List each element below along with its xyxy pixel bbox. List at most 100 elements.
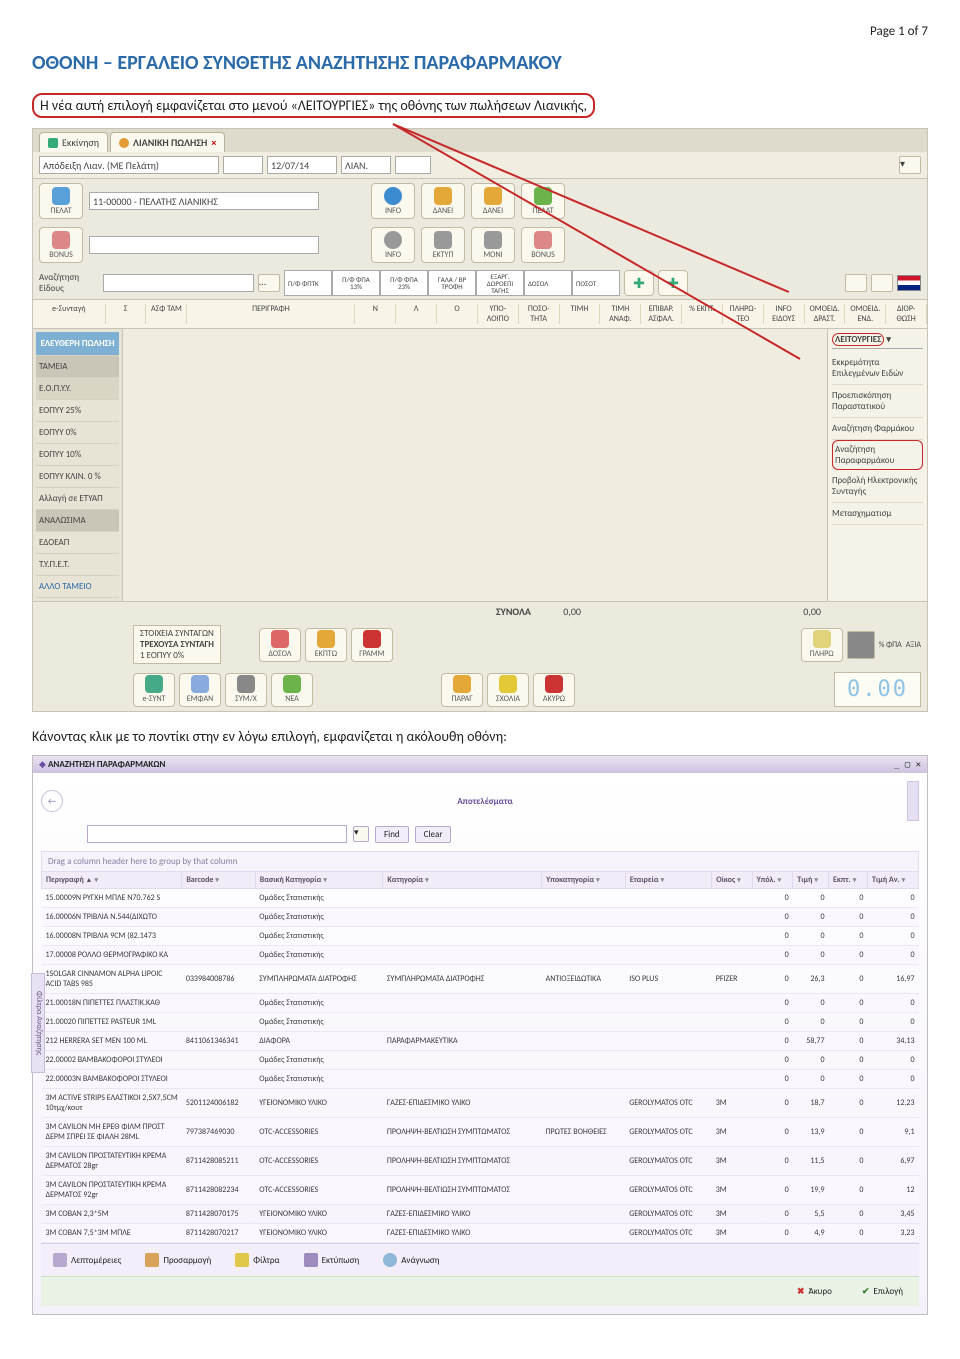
mini-col[interactable]: ΠΟΣΟΤ bbox=[572, 270, 620, 296]
group-hint[interactable]: Drag a column header here to group by th… bbox=[41, 851, 919, 871]
action-button[interactable]: ΣΧΟΛΙΑ bbox=[487, 673, 529, 707]
left-analosima[interactable]: ΑΝΑΛΩΣΙΜΑ bbox=[36, 510, 119, 532]
table-row[interactable]: 3M CAVILON ΠΡΟΣΤΑΤΕΥΤΙΚΗ ΚΡΕΜΑ ΔΕΡΜΑΤΟΣ … bbox=[42, 1147, 919, 1176]
search-input[interactable] bbox=[87, 825, 347, 843]
table-row[interactable]: 22.00002 ΒΑΜΒΑΚΟΦΟΡΟΙ ΣΤΥΛΕΟΙΟμάδες Στατ… bbox=[42, 1051, 919, 1070]
table-row[interactable]: 3M COBAN 7,5*3M ΜΠΛΕ8711428070217ΥΓΕΙΟΝΟ… bbox=[42, 1224, 919, 1243]
table-col-header[interactable]: Τιμή bbox=[793, 872, 829, 889]
grid-col-header[interactable]: ΥΠΟ- ΛΟΙΠΟ bbox=[478, 304, 519, 324]
fn-pending[interactable]: Εκκρεμότητα Επιλεγμένων Ειδών bbox=[832, 352, 923, 385]
table-col-header[interactable]: Οίκος bbox=[712, 872, 752, 889]
bonus-button[interactable]: BONUS bbox=[39, 227, 83, 263]
left-eopyy[interactable]: Ε.Ο.Π.Υ.Υ. bbox=[36, 378, 119, 400]
info-button[interactable]: INFO bbox=[371, 183, 415, 219]
table-col-header[interactable]: Υποκατηγορία bbox=[542, 872, 626, 889]
grid-col-header[interactable]: ΟΜΟΕΙΔ. ΕΝΔ. bbox=[845, 304, 886, 324]
mini-sq1[interactable] bbox=[845, 274, 867, 292]
mini-col[interactable]: Π/Φ ΦΠΤΚ bbox=[284, 270, 332, 296]
table-col-header[interactable]: Περιγραφή ▲ bbox=[42, 872, 182, 889]
table-col-header[interactable]: Τιμή Αν. bbox=[867, 872, 918, 889]
table-col-header[interactable]: Κατηγορία bbox=[383, 872, 542, 889]
doc-type-field[interactable]: Απόδειξη Λιαν. (ΜΕ Πελάτη) bbox=[39, 156, 219, 174]
grid-col-header[interactable]: Ν bbox=[355, 304, 396, 324]
left-eopyy0[interactable]: ΕΟΠΥΥ 0% bbox=[36, 422, 119, 444]
dropdown-icon[interactable]: ▾ bbox=[899, 156, 921, 174]
table-row[interactable]: 3M ACTIVE STRIPS ΕΛΑΣΤΙΚΟΙ 2,5X7,5CM 10τ… bbox=[42, 1089, 919, 1118]
grid-col-header[interactable]: e-Συνταγή bbox=[33, 304, 106, 324]
grid-col-header[interactable]: ΠΕΡΙΓΡΑΦΗ bbox=[187, 304, 355, 324]
mini-col[interactable]: ΓΑΛΑ / ΒΡ ΤΡΟΦΗ bbox=[428, 270, 476, 296]
table-row[interactable]: 17.00008 ΡΟΛΛΟ ΘΕΡΜΟΓΡΑΦΙΚΟ ΚΑΟμάδες Στα… bbox=[42, 946, 919, 965]
find-button[interactable]: Find bbox=[375, 826, 409, 843]
table-row[interactable]: 21.00020 ΠΙΠΕΤΤΕΣ PASTEUR 1MLΟμάδες Στατ… bbox=[42, 1013, 919, 1032]
table-row[interactable]: 212 HERRERA SET MEN 100 ML8411061346341Δ… bbox=[42, 1032, 919, 1051]
table-row[interactable]: 22.00003Ν ΒΑΜΒΑΚΟΦΟΡΟΙ ΣΤΥΛΕΟΙΟμάδες Στα… bbox=[42, 1070, 919, 1089]
left-eopyy-klin[interactable]: ΕΟΠΥΥ ΚΛΙΝ. 0 % bbox=[36, 466, 119, 488]
left-etyap[interactable]: Αλλαγή σε ΕΤΥΑΠ bbox=[36, 488, 119, 510]
left-eopyy25[interactable]: ΕΟΠΥΥ 25% bbox=[36, 400, 119, 422]
customize-button[interactable]: Προσαρμογή bbox=[139, 1250, 217, 1270]
grid-col-header[interactable]: ΤΙΜΗ ΑΝΑΦ. bbox=[600, 304, 641, 324]
select-button[interactable]: ✔Επιλογή bbox=[852, 1283, 913, 1300]
grid-col-header[interactable]: % ΕΚΠΤ. bbox=[682, 304, 723, 324]
table-row[interactable]: 16.00006Ν ΤΡΙΒΛΙΑ Ν.544(ΔΙΧΩΤΟΟμάδες Στα… bbox=[42, 908, 919, 927]
fn-transform[interactable]: Μετασχηματισμ bbox=[832, 503, 923, 525]
table-col-header[interactable]: Βασική Κατηγορία bbox=[255, 872, 383, 889]
grid-col-header[interactable]: Ο bbox=[437, 304, 478, 324]
fld-blank1[interactable] bbox=[223, 156, 263, 174]
left-eopyy10[interactable]: ΕΟΠΥΥ 10% bbox=[36, 444, 119, 466]
fld-blank2[interactable] bbox=[395, 156, 431, 174]
ektyp-button[interactable]: ΕΚΤΥΠ bbox=[421, 227, 465, 263]
fn-preview[interactable]: Προεπισκόπηση Παραστατικού bbox=[832, 385, 923, 418]
fn-search-para[interactable]: Αναζήτηση Παραφαρμάκου bbox=[832, 440, 923, 470]
cancel-button[interactable]: ✖Άκυρο bbox=[787, 1283, 842, 1300]
table-row[interactable]: 3M CAVILON ΠΡΟΣΤΑΤΕΥΤΙΚΗ ΚΡΕΜΑ ΔΕΡΜΑΤΟΣ … bbox=[42, 1176, 919, 1205]
window-controls[interactable]: _ ▢ ✕ bbox=[894, 760, 921, 770]
customer-field[interactable]: 11-00000 - ΠΕΛΑΤΗΣ ΛΙΑΝΙΚΗΣ bbox=[89, 192, 319, 210]
search-item-input[interactable] bbox=[103, 274, 254, 292]
grid-col-header[interactable]: ΑΣΦ ΤΑΜ bbox=[146, 304, 187, 324]
fn-search-med[interactable]: Αναζήτηση Φαρμάκου bbox=[832, 418, 923, 440]
action-button[interactable]: e-ΣΥΝΤ bbox=[133, 673, 175, 707]
mini-col[interactable]: Π/Φ ΦΠΑ 13% bbox=[332, 270, 380, 296]
scrollbar[interactable] bbox=[907, 781, 919, 821]
back-icon[interactable]: ← bbox=[41, 790, 63, 812]
date-field[interactable]: 12/07/14 bbox=[267, 156, 337, 174]
search-more-button[interactable]: … bbox=[258, 274, 280, 292]
mini-sq2[interactable] bbox=[871, 274, 893, 292]
left-typet[interactable]: Τ.Υ.Π.Ε.Τ. bbox=[36, 554, 119, 576]
danei2-button[interactable]: ΔΑΝΕΙ bbox=[471, 183, 515, 219]
mini-col[interactable]: Π/Φ ΦΠΑ 23% bbox=[380, 270, 428, 296]
left-tameio[interactable]: ΤΑΜΕΙΑ bbox=[36, 356, 119, 378]
gray-sq[interactable] bbox=[847, 631, 875, 659]
table-col-header[interactable]: Εκπτ. bbox=[829, 872, 868, 889]
left-other-fund[interactable]: ΑΛΛΟ ΤΑΜΕΙΟ bbox=[36, 576, 119, 598]
table-row[interactable]: 1SOLGAR CINNAMON ALPHA LIPOIC ACID TABS … bbox=[42, 965, 919, 994]
action-button[interactable]: ΠΑΡΑΓ bbox=[441, 673, 483, 707]
print-button[interactable]: Εκτύπωση bbox=[298, 1250, 366, 1270]
details-button[interactable]: Λεπτομέρειες bbox=[47, 1250, 127, 1270]
grid-col-header[interactable]: Λ bbox=[396, 304, 437, 324]
grid-col-header[interactable]: INFO ΕΙΔΟΥΣ bbox=[764, 304, 805, 324]
mini-col[interactable]: ΕΞΑΡΓ. ΔΩΡΟΕΠΙ ΤΑΓΗΣ bbox=[476, 270, 524, 296]
clear-button[interactable]: Clear bbox=[415, 826, 452, 843]
table-row[interactable]: 3M COBAN 2,3*5M8711428070175ΥΓΕΙΟΝΟΜΙΚΟ … bbox=[42, 1205, 919, 1224]
moni-button[interactable]: ΜΟΝΙ bbox=[471, 227, 515, 263]
table-col-header[interactable]: Εταιρεία bbox=[625, 872, 712, 889]
table-row[interactable]: 3M CAVILON ΜΗ ΕΡΕΘ ΦΙΛΜ ΠΡΟΣΤ ΔΕΡΜ ΣΠΡΕΙ… bbox=[42, 1118, 919, 1147]
grid-col-header[interactable]: ΠΛΗΡΩ- ΤΕΟ bbox=[723, 304, 764, 324]
action-button[interactable]: ΓΡΑΜΜ bbox=[351, 628, 393, 662]
action-button[interactable]: ΕΜΦΑΝ bbox=[179, 673, 221, 707]
action-button[interactable]: ΣΥΜ/Χ bbox=[225, 673, 267, 707]
grid-col-header[interactable]: ΕΠΙΒΑΡ. ΑΣΦΑΛ. bbox=[641, 304, 682, 324]
info2-button[interactable]: INFO bbox=[371, 227, 415, 263]
action-button[interactable]: ΑΚΥΡΩ bbox=[533, 673, 575, 707]
action-button[interactable]: ΝΕΑ bbox=[271, 673, 313, 707]
bonus2-button[interactable]: BONUS bbox=[521, 227, 565, 263]
table-col-header[interactable]: Υπόλ. bbox=[752, 872, 793, 889]
pelat-button[interactable]: ΠΕΛΑΤ bbox=[39, 183, 83, 219]
tab-start[interactable]: Εκκίνηση bbox=[39, 132, 108, 152]
read-button[interactable]: Ανάγνωση bbox=[377, 1250, 445, 1270]
action-button[interactable]: ΔΟΣΟΛ bbox=[259, 628, 301, 662]
left-edoeap[interactable]: ΕΔΟΕΑΠ bbox=[36, 532, 119, 554]
